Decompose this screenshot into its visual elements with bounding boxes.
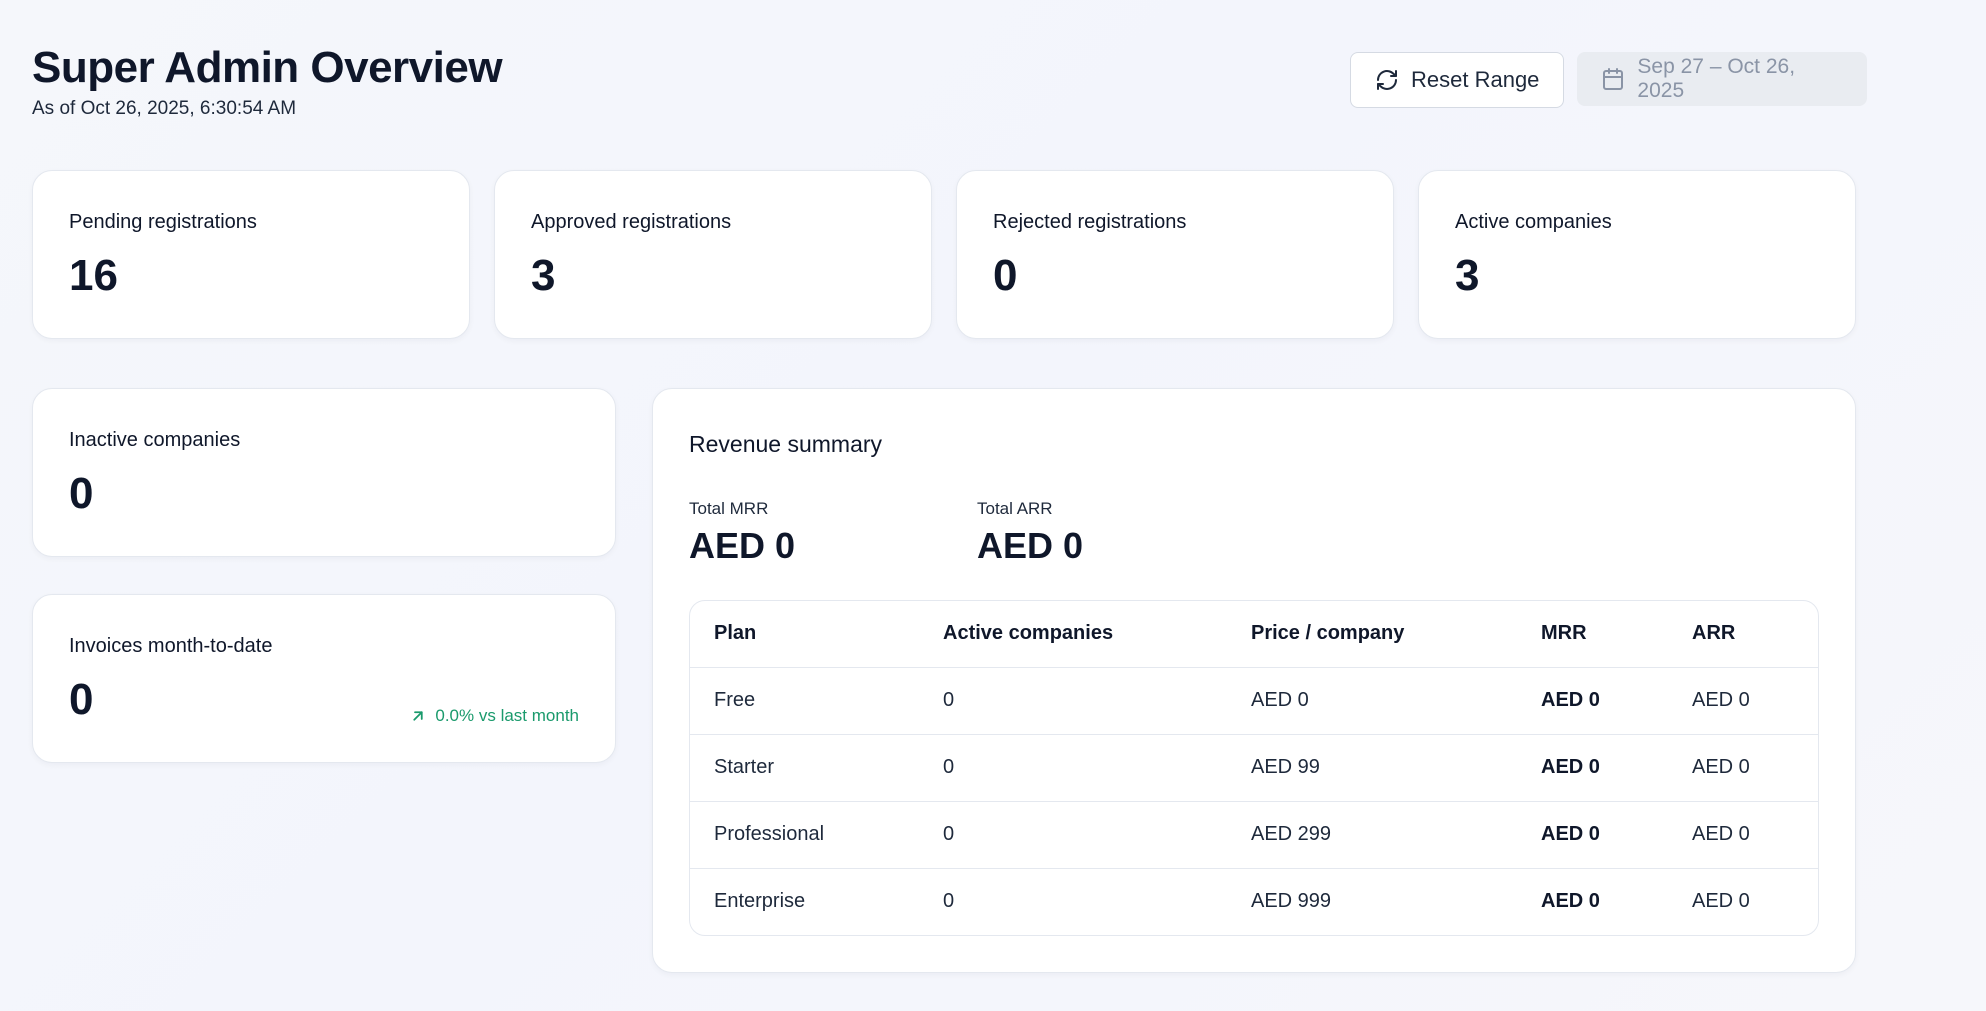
page-header: Super Admin Overview As of Oct 26, 2025,… (32, 42, 503, 120)
last-updated-timestamp: As of Oct 26, 2025, 6:30:54 AM (32, 98, 297, 119)
stat-label: Approved registrations (531, 211, 732, 233)
reset-range-button[interactable]: Reset Range (1350, 52, 1565, 108)
cell-mrr: AED 0 (1517, 800, 1668, 868)
calendar-icon (1601, 67, 1625, 91)
trend-label: 0.0% vs last month (435, 706, 579, 725)
stat-value: 3 (531, 251, 556, 300)
column-header-mrr: MRR (1541, 622, 1587, 645)
total-arr-value: AED 0 (977, 525, 1084, 566)
total-arr-label: Total ARR (977, 499, 1053, 518)
stat-label: Inactive companies (69, 429, 241, 451)
cell-active-companies: 0 (919, 666, 1227, 734)
total-arr: Total ARR AED 0 (977, 499, 1083, 567)
arrow-up-right-icon (409, 707, 427, 725)
cell-mrr: AED 0 (1517, 733, 1668, 801)
total-mrr: Total MRR AED 0 (689, 499, 795, 567)
stat-value: 0 (993, 251, 1018, 300)
table-row: Professional 0 AED 299 AED 0 AED 0 (690, 800, 1818, 868)
date-range-label: Sep 27 – Oct 26, 2025 (1637, 55, 1796, 102)
cell-plan: Professional (690, 800, 919, 868)
stat-label: Rejected registrations (993, 211, 1187, 233)
cell-price: AED 999 (1227, 867, 1517, 935)
cell-arr: AED 0 (1668, 867, 1818, 935)
refresh-icon (1375, 68, 1399, 92)
total-mrr-label: Total MRR (689, 499, 769, 518)
header-actions: Reset Range Sep 27 – Oct 26, 2025 (1350, 52, 1868, 108)
cell-plan: Enterprise (690, 867, 919, 935)
revenue-summary-card: Revenue summary Total MRR AED 0 Total AR… (652, 388, 1856, 973)
stat-card-inactive-companies: Inactive companies 0 (32, 388, 616, 557)
date-range-picker[interactable]: Sep 27 – Oct 26, 2025 (1577, 52, 1868, 106)
stat-card-invoices: Invoices month-to-date 0 0.0% vs last mo… (32, 594, 616, 763)
cell-mrr: AED 0 (1517, 867, 1668, 935)
stat-value: 3 (1455, 251, 1480, 300)
table-row: Starter 0 AED 99 AED 0 AED 0 (690, 733, 1818, 801)
table-row: Enterprise 0 AED 999 AED 0 AED 0 (690, 867, 1818, 935)
cell-active-companies: 0 (919, 733, 1227, 801)
stat-card-approved: Approved registrations 3 (494, 170, 932, 339)
cell-mrr: AED 0 (1517, 666, 1668, 734)
trend-indicator: 0.0% vs last month (409, 706, 579, 726)
cell-price: AED 99 (1227, 733, 1517, 801)
cell-plan: Starter (690, 733, 919, 801)
stat-value: 0 (69, 675, 94, 724)
table-row: Free 0 AED 0 AED 0 AED 0 (690, 666, 1818, 734)
stat-card-pending: Pending registrations 16 (32, 170, 470, 339)
column-header-arr: ARR (1692, 622, 1736, 645)
reset-range-label: Reset Range (1411, 67, 1540, 92)
column-header-price: Price / company (1251, 622, 1405, 645)
cell-arr: AED 0 (1668, 733, 1818, 801)
cell-arr: AED 0 (1668, 666, 1818, 734)
total-mrr-value: AED 0 (689, 525, 796, 566)
stat-card-active-companies: Active companies 3 (1418, 170, 1856, 339)
stat-value: 0 (69, 469, 94, 518)
revenue-summary-title: Revenue summary (689, 431, 883, 457)
column-header-plan: Plan (714, 622, 757, 645)
stat-label: Active companies (1455, 211, 1612, 233)
cell-arr: AED 0 (1668, 800, 1818, 868)
plan-revenue-table: Plan Active companies Price / company MR… (689, 600, 1819, 936)
page-title: Super Admin Overview (32, 43, 503, 92)
cell-active-companies: 0 (919, 867, 1227, 935)
stat-label: Invoices month-to-date (69, 635, 273, 657)
cell-plan: Free (690, 666, 919, 734)
stat-value: 16 (69, 251, 118, 300)
stat-card-rejected: Rejected registrations 0 (956, 170, 1394, 339)
cell-price: AED 0 (1227, 666, 1517, 734)
stat-label: Pending registrations (69, 211, 257, 233)
cell-price: AED 299 (1227, 800, 1517, 868)
table-header-row: Plan Active companies Price / company MR… (690, 601, 1818, 667)
page: Super Admin Overview As of Oct 26, 2025,… (0, 0, 1986, 1011)
cell-active-companies: 0 (919, 800, 1227, 868)
column-header-active-companies: Active companies (943, 622, 1114, 645)
